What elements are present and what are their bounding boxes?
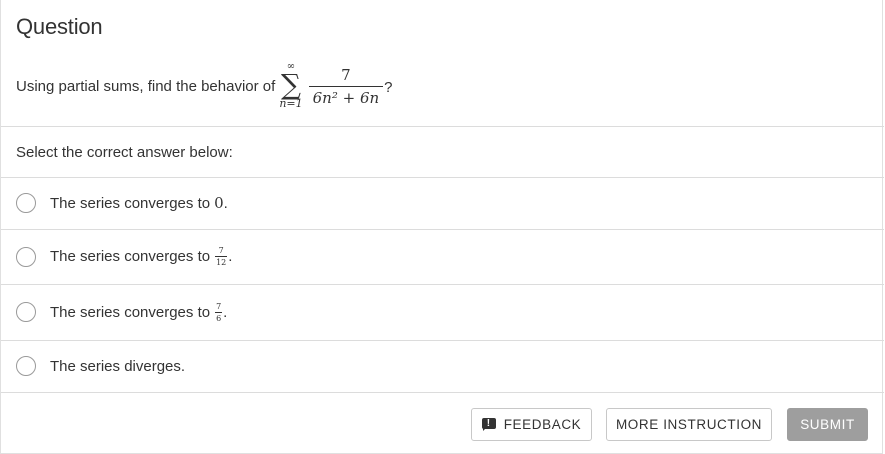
series-expression: ∞ ∑ n=1 7 6n² + 6n ? bbox=[279, 62, 392, 110]
question-title: Question bbox=[16, 14, 103, 39]
fraction-numerator: 7 bbox=[218, 246, 224, 255]
question-prompt-text: Using partial sums, find the behavior of bbox=[16, 77, 276, 95]
option-fraction: 7 6 bbox=[215, 301, 223, 323]
option-text: The series diverges. bbox=[50, 357, 186, 375]
fraction-denominator: 6n² + 6n bbox=[308, 85, 384, 106]
answer-prompt: Select the correct answer below: bbox=[16, 144, 233, 161]
option-text: The series converges to bbox=[50, 303, 211, 321]
fraction-denominator: 6 bbox=[215, 311, 223, 323]
submit-label: SUBMIT bbox=[800, 417, 855, 432]
fraction-denominator: 12 bbox=[215, 256, 228, 267]
question-mark: ? bbox=[384, 78, 393, 96]
option-label: The series diverges. bbox=[50, 358, 185, 375]
divider bbox=[1, 126, 884, 127]
option-period: . bbox=[223, 194, 228, 212]
answer-option-4[interactable]: The series diverges. bbox=[1, 340, 884, 392]
answer-option-3[interactable]: The series converges to 7 6 . bbox=[1, 284, 884, 340]
feedback-button[interactable]: ! FEEDBACK bbox=[471, 408, 592, 441]
divider bbox=[1, 392, 884, 393]
radio-button[interactable] bbox=[16, 193, 36, 213]
feedback-label: FEEDBACK bbox=[503, 417, 582, 432]
option-period: . bbox=[228, 248, 233, 265]
option-period: . bbox=[223, 303, 228, 321]
question-panel: Question Using partial sums, find the be… bbox=[0, 0, 884, 454]
sigma-symbol: ∑ bbox=[280, 68, 301, 101]
submit-button[interactable]: SUBMIT bbox=[787, 408, 868, 441]
summation: ∞ ∑ n=1 bbox=[279, 62, 302, 110]
answer-option-2[interactable]: The series converges to 7 12 . bbox=[1, 229, 884, 284]
option-value: 0 bbox=[214, 194, 224, 212]
series-term-fraction: 7 6n² + 6n bbox=[308, 65, 384, 106]
option-text: The series converges to bbox=[50, 248, 211, 265]
more-instruction-label: MORE INSTRUCTION bbox=[615, 417, 763, 432]
fraction-numerator: 7 bbox=[341, 65, 351, 84]
option-label: The series converges to 7 6 . bbox=[50, 302, 227, 323]
radio-button[interactable] bbox=[16, 246, 36, 267]
option-fraction: 7 12 bbox=[215, 246, 228, 267]
option-label: The series converges to 0 . bbox=[50, 194, 228, 212]
feedback-icon: ! bbox=[481, 418, 496, 431]
more-instruction-button[interactable]: MORE INSTRUCTION bbox=[606, 408, 772, 441]
fraction-numerator: 7 bbox=[216, 301, 222, 311]
answer-option-1[interactable]: The series converges to 0 . bbox=[1, 177, 884, 229]
radio-button[interactable] bbox=[16, 356, 36, 376]
option-label: The series converges to 7 12 . bbox=[50, 246, 232, 267]
radio-button[interactable] bbox=[16, 302, 36, 322]
option-text: The series converges to bbox=[50, 194, 211, 212]
question-text: Using partial sums, find the behavior of… bbox=[16, 60, 393, 112]
sum-lower-limit: n=1 bbox=[279, 97, 303, 110]
